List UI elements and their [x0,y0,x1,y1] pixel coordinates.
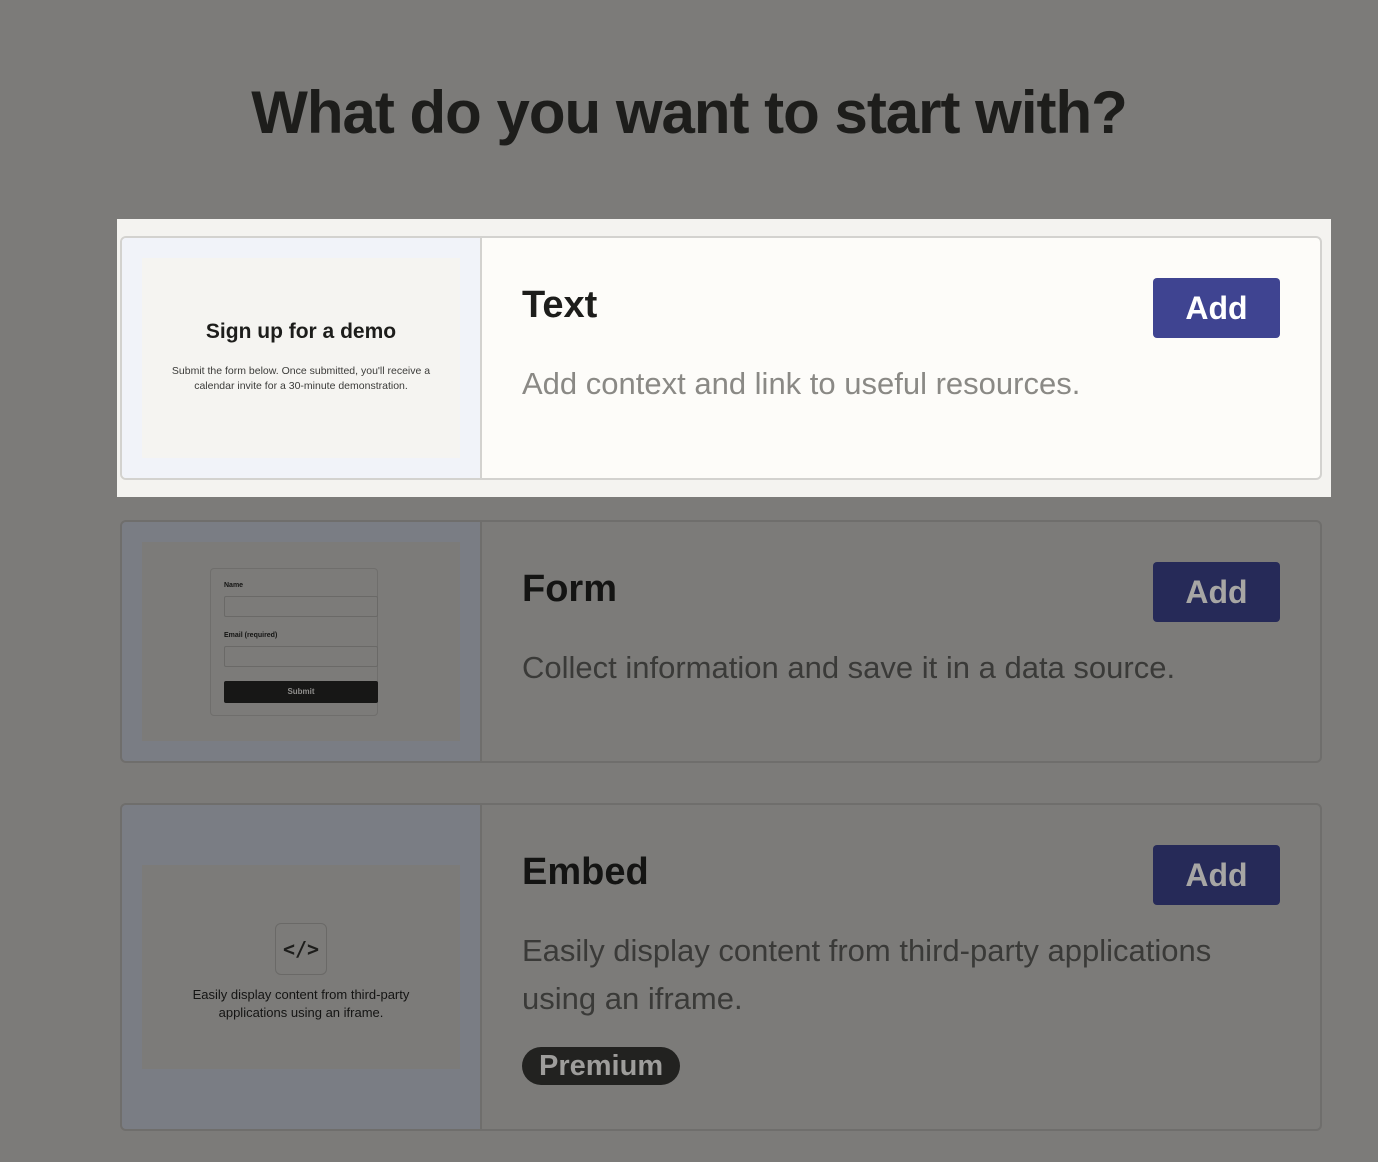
option-body-embed: Embed Easily display content from third-… [482,805,1320,1129]
option-body-form: Form Collect information and save it in … [482,522,1320,761]
premium-badge: Premium [522,1047,681,1085]
option-card-text[interactable]: Sign up for a demo Submit the form below… [120,236,1322,480]
add-embed-button[interactable]: Add [1153,845,1280,905]
embed-preview: </> Easily display content from third-pa… [122,805,482,1129]
option-description: Add context and link to useful resources… [522,366,1081,401]
option-title: Embed [522,851,649,893]
option-description: Easily display content from third-party … [522,933,1212,1016]
mini-form-name-label: Name [224,582,244,589]
option-card-form[interactable]: Name Email (required) Submit Form Collec… [120,520,1322,763]
text-preview: Sign up for a demo Submit the form below… [122,238,482,478]
mini-form-email-label: Email (required) [224,632,278,639]
option-title: Text [522,284,598,326]
preview-body: Submit the form below. Once submitted, y… [171,365,431,392]
embed-preview-caption: Easily display content from third-party … [192,987,410,1020]
page-title: What do you want to start with? [251,79,1128,146]
option-title: Form [522,568,617,610]
option-body-text: Text Add context and link to useful reso… [482,238,1320,478]
form-preview: Name Email (required) Submit [122,522,482,761]
option-description: Collect information and save it in a dat… [522,650,1176,685]
mini-form-name-input [224,596,378,617]
preview-heading: Sign up for a demo [205,320,397,343]
mini-form-submit: Submit [224,681,378,703]
form-preview-canvas: Name Email (required) Submit [142,542,460,741]
mini-form: Name Email (required) Submit [210,568,378,716]
add-form-button[interactable]: Add [1153,562,1280,622]
add-text-button[interactable]: Add [1153,278,1280,338]
option-card-embed[interactable]: </> Easily display content from third-pa… [120,803,1322,1131]
text-preview-canvas: Sign up for a demo Submit the form below… [142,258,460,458]
embed-preview-canvas: </> Easily display content from third-pa… [142,865,460,1069]
code-icon: </> [275,923,327,975]
mini-form-email-input [224,646,378,667]
